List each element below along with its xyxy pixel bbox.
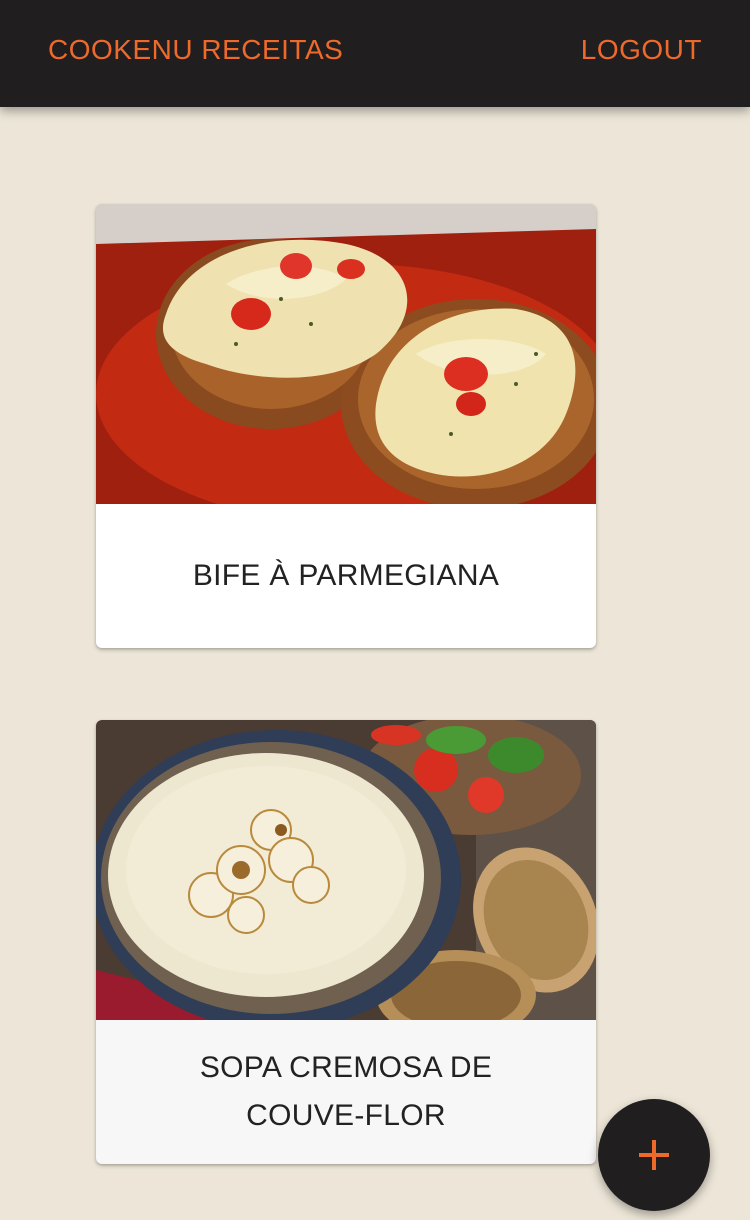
recipe-title: SOPA CREMOSA DE COUVE-FLOR [199,1051,493,1132]
app-bar: COOKENU RECEITAS LOGOUT [0,0,750,107]
recipe-title: BIFE À PARMEGIANA [192,559,500,592]
recipe-card-content: SOPA CREMOSA DE COUVE-FLOR [96,1020,596,1164]
recipe-image [96,204,596,504]
recipe-image [96,720,596,1020]
recipe-card-content: BIFE À PARMEGIANA [96,504,596,648]
plus-icon [639,1140,669,1170]
logout-button[interactable]: LOGOUT [581,34,702,66]
add-recipe-button[interactable] [598,1099,710,1211]
brand-link[interactable]: COOKENU RECEITAS [48,34,343,66]
recipe-card[interactable]: SOPA CREMOSA DE COUVE-FLOR [96,720,596,1164]
recipe-card[interactable]: BIFE À PARMEGIANA [96,204,596,648]
